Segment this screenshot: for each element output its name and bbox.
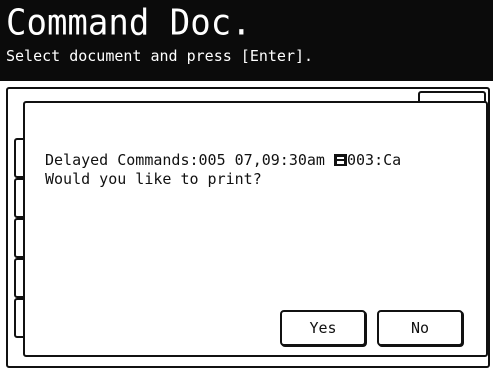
header-bar: Command Doc. Select document and press [… (0, 0, 493, 81)
delayed-command-suffix: 003:Ca (346, 151, 402, 169)
page-subtitle: Select document and press [Enter]. (6, 47, 314, 65)
print-prompt: Would you like to print? (45, 170, 262, 188)
print-confirm-dialog: Delayed Commands:005 07,09:30am 003:Ca W… (23, 101, 488, 357)
delayed-command-info: Delayed Commands:005 07,09:30am 003:Ca (45, 151, 401, 169)
yes-button[interactable]: Yes (280, 310, 366, 346)
page-title: Command Doc. (6, 2, 252, 44)
fax-document-icon (333, 154, 347, 166)
delayed-command-text: Delayed Commands:005 07,09:30am (45, 151, 334, 169)
no-button[interactable]: No (377, 310, 463, 346)
